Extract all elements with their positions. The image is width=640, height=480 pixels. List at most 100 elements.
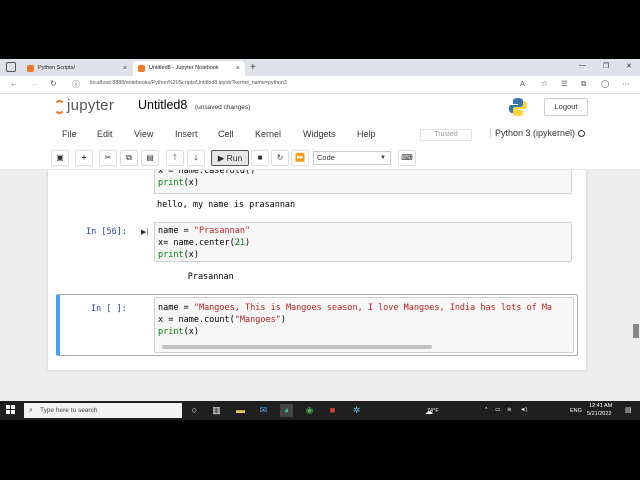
keyboard-icon[interactable]: ⌨ — [398, 150, 416, 166]
powerpoint-icon[interactable]: ■ — [326, 404, 339, 417]
cell-type-select[interactable]: Code ▼ — [313, 151, 391, 165]
vertical-scrollbar[interactable] — [633, 324, 639, 338]
app-icon[interactable]: ✲ — [350, 404, 363, 417]
clock-time[interactable]: 12:41 AM — [589, 403, 612, 409]
horizontal-scrollbar[interactable] — [162, 345, 432, 349]
chevron-down-icon: ▼ — [380, 155, 386, 161]
minimize-icon[interactable]: — — [579, 62, 586, 69]
battery-icon[interactable]: ▭ — [495, 407, 500, 413]
windows-start-icon[interactable] — [6, 405, 16, 415]
info-icon[interactable]: ⓘ — [72, 79, 80, 90]
tray-chevron-icon[interactable]: ^ — [485, 407, 488, 413]
browser-tab-label: Python Scripts/ — [38, 65, 75, 71]
forward-icon[interactable]: → — [30, 79, 38, 88]
chrome-icon[interactable]: ◉ — [303, 404, 316, 417]
interrupt-icon[interactable]: ■ — [251, 150, 269, 166]
file-explorer-icon[interactable]: ▬ — [234, 404, 247, 417]
play-icon: ▶ — [217, 153, 225, 163]
trusted-indicator[interactable]: Trusted — [420, 129, 472, 141]
browser-tab-untitled8[interactable]: Untitled8 - Jupyter Notebook × — [133, 61, 245, 76]
notebook-page: x = name.casefold() print(x) hello, my n… — [48, 170, 586, 370]
volume-icon[interactable]: ◄) — [520, 407, 527, 413]
address-bar: ← → ↻ ⓘ localhost:8888/notebooks/Python%… — [0, 76, 640, 94]
notifications-icon[interactable]: ▤ — [625, 406, 632, 414]
mail-icon[interactable]: ✉ — [257, 404, 270, 417]
cell-prompt: In [ ]: — [91, 304, 127, 314]
menu-view[interactable]: View — [134, 129, 153, 139]
weather-temp: 74°F — [427, 408, 439, 414]
code-line: x= name.center(21) — [158, 238, 251, 248]
menu-file[interactable]: File — [62, 129, 77, 139]
favorites-list-icon[interactable]: ☰ — [561, 79, 568, 88]
language-indicator[interactable]: ENG — [570, 408, 582, 414]
cut-icon[interactable]: ✂ — [99, 150, 117, 166]
move-up-icon[interactable]: 🡑 — [166, 150, 184, 166]
clock-date[interactable]: 5/21/2022 — [587, 411, 611, 417]
code-line: print(x) — [158, 327, 199, 337]
close-window-icon[interactable]: ✕ — [626, 62, 632, 70]
wifi-icon[interactable]: ≋ — [507, 407, 512, 413]
save-icon[interactable]: ▣ — [51, 150, 69, 166]
profile-icon[interactable]: ◯ — [601, 79, 609, 88]
paste-icon[interactable]: ▤ — [141, 150, 159, 166]
restart-run-all-icon[interactable]: ⏩ — [291, 150, 309, 166]
python-logo-icon — [509, 98, 527, 116]
run-button[interactable]: ▶ Run — [211, 150, 249, 166]
jupyter-logo[interactable]: jupyter — [54, 97, 134, 117]
menu-cell[interactable]: Cell — [218, 129, 234, 139]
run-label: Run — [226, 153, 243, 163]
jupyter-brand-text: jupyter — [67, 97, 115, 114]
task-view-icon[interactable]: ▥ — [210, 404, 223, 417]
cell-output: hello, my name is prasannan — [157, 200, 296, 210]
close-tab-icon[interactable]: × — [123, 61, 127, 76]
tab-actions-icon[interactable] — [6, 62, 16, 72]
taskbar: ⌕ Type here to search ○ ▥ ▬ ✉ ◕ ◉ ■ ✲ ☁ … — [0, 401, 640, 420]
back-icon[interactable]: ← — [10, 79, 18, 88]
code-cell-input[interactable]: name = "Prasannan" x= name.center(21) pr… — [154, 222, 572, 262]
menu-edit[interactable]: Edit — [97, 129, 113, 139]
cell-type-value: Code — [317, 153, 335, 162]
menu-insert[interactable]: Insert — [175, 129, 198, 139]
notebook-area: x = name.casefold() print(x) hello, my n… — [0, 170, 640, 401]
notebook-toolbar: ▣ + ✂ ⧉ ▤ 🡑 🡓 ▶ Run ■ ↻ ⏩ Code ▼ ⌨ — [0, 148, 640, 170]
kernel-name[interactable]: Python 3 (ipykernel) — [490, 128, 575, 138]
search-placeholder: Type here to search — [40, 407, 98, 414]
code-line: x = name.casefold() — [158, 170, 256, 176]
restart-icon[interactable]: ↻ — [271, 150, 289, 166]
refresh-icon[interactable]: ↻ — [50, 79, 57, 88]
cell-output: Prasannan — [157, 272, 234, 282]
search-icon: ⌕ — [29, 407, 33, 414]
close-tab-icon[interactable]: × — [236, 61, 240, 76]
favorite-icon[interactable]: ☆ — [541, 79, 548, 88]
menu-widgets[interactable]: Widgets — [303, 129, 336, 139]
code-line: name = "Prasannan" — [158, 226, 251, 236]
cortana-icon[interactable]: ○ — [188, 404, 201, 417]
cell-prompt: In [56]: — [86, 227, 127, 237]
insert-cell-icon[interactable]: + — [75, 150, 93, 166]
taskbar-search-input[interactable]: ⌕ Type here to search — [24, 403, 182, 418]
move-down-icon[interactable]: 🡓 — [187, 150, 205, 166]
menu-help[interactable]: Help — [357, 129, 376, 139]
save-status: (unsaved changes) — [195, 104, 251, 111]
screen: Python Scripts/ × Untitled8 - Jupyter No… — [0, 0, 640, 480]
menu-kernel[interactable]: Kernel — [255, 129, 281, 139]
browser-tab-python-scripts[interactable]: Python Scripts/ × — [22, 61, 132, 76]
run-cell-icon[interactable]: ▶| — [141, 228, 148, 236]
edge-icon[interactable]: ◕ — [280, 404, 293, 417]
jupyter-favicon-icon — [138, 65, 145, 72]
tab-strip: Python Scripts/ × Untitled8 - Jupyter No… — [0, 59, 640, 76]
logout-button[interactable]: Logout — [544, 98, 588, 116]
code-line: print(x) — [158, 250, 199, 260]
kernel-status-icon — [578, 130, 585, 137]
notebook-title[interactable]: Untitled8 — [138, 98, 187, 112]
more-icon[interactable]: ⋯ — [622, 79, 630, 88]
read-aloud-icon[interactable]: A — [520, 79, 525, 88]
code-cell-input[interactable]: x = name.casefold() print(x) — [154, 170, 572, 194]
new-tab-button[interactable]: + — [250, 61, 256, 74]
url-field[interactable]: localhost:8888/notebooks/Python%20Script… — [90, 80, 287, 86]
browser-tab-label: Untitled8 - Jupyter Notebook — [149, 65, 219, 71]
collections-icon[interactable]: ⧉ — [581, 79, 586, 89]
browser-window: Python Scripts/ × Untitled8 - Jupyter No… — [0, 59, 640, 401]
maximize-icon[interactable]: ❐ — [603, 62, 609, 70]
copy-icon[interactable]: ⧉ — [120, 150, 138, 166]
